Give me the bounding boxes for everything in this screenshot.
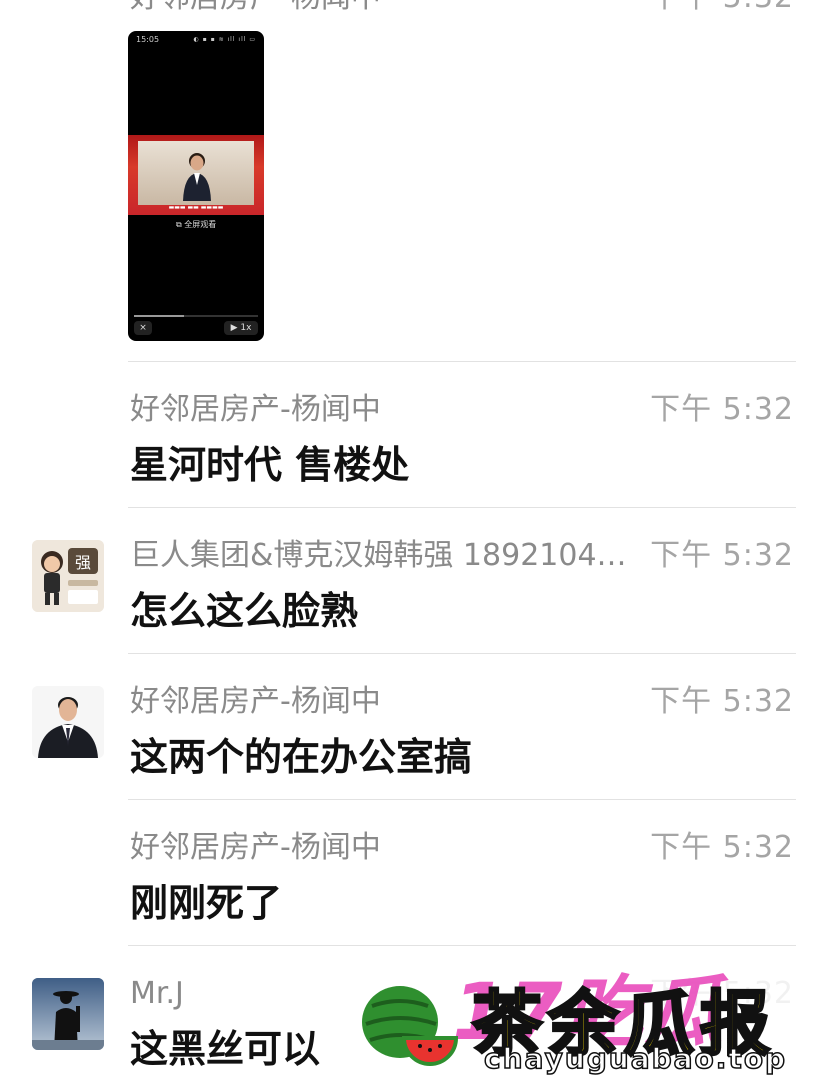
avatar[interactable]: 强 [32,540,104,612]
cartoon-avatar-icon: 强 [32,540,104,612]
message-text: 这黑丝可以 [130,1027,321,1071]
message-text: 刚刚死了 [130,881,283,925]
sender-name[interactable]: 好邻居房产-杨闻中 [130,828,640,868]
watermelon-icon [362,986,458,1066]
chat-message: 好邻居房产-杨闻中 下午 5:32 星河时代 售楼处 [0,390,828,508]
divider [128,653,796,654]
message-time: 下午 5:32 [650,538,794,573]
message-text: 星河时代 售楼处 [130,443,410,487]
message-text: 怎么这么脸熟 [130,589,359,633]
video-scene [138,141,254,205]
sender-name[interactable]: 好邻居房产-杨闻中 [130,682,640,722]
divider [128,507,796,508]
message-header: 好邻居房产-杨闻中 下午 5:32 [0,0,828,18]
play-button[interactable]: ▶ 1x [224,321,258,335]
watermark-url: chayuguabao.top [483,1041,788,1076]
video-progress-bar[interactable] [134,315,258,317]
watermark: 17吃瓜 茶余瓜报 chayuguabao.top [352,950,814,1078]
avatar[interactable] [32,686,104,758]
video-message[interactable]: 15:05 ◐ ▪ ▪ ≋ ıll ıll ▭ ▬▬▬ ▬▬ ▬▬▬▬ ⧉ 全屏… [128,31,264,341]
close-icon[interactable]: × [134,321,152,335]
message-time: 下午 5:32 [650,830,794,865]
message-time: 下午 5:32 [650,0,794,18]
chat-message: 好邻居房产-杨闻中 下午 5:32 刚刚死了 [0,828,828,946]
person-figure-icon [183,153,211,201]
open-fullscreen-button[interactable]: ⧉ 全屏观看 [176,219,216,230]
sender-name[interactable]: 好邻居房产-杨闻中 [130,0,640,18]
chat-message: 好邻居房产-杨闻中 下午 5:32 这两个的在办公室搞 [0,682,828,800]
divider [128,945,796,946]
chat-message: 强 巨人集团&博克汉姆韩强 18921044... 下午 5:32 怎么这么脸熟 [0,536,828,654]
sender-name[interactable]: 巨人集团&博克汉姆韩强 18921044... [130,536,640,576]
divider [128,361,796,362]
sender-name[interactable]: 好邻居房产-杨闻中 [130,390,640,430]
message-text: 这两个的在办公室搞 [130,735,473,779]
message-time: 下午 5:32 [650,392,794,427]
chat-message: 好邻居房产-杨闻中 下午 5:32 15:05 ◐ ▪ ▪ ≋ ıll ıll … [0,0,828,362]
video-status-time: 15:05 [136,35,160,44]
video-status-icons: ◐ ▪ ▪ ≋ ıll ıll ▭ [193,36,256,43]
avatar[interactable] [32,978,104,1050]
avatar-badge: 强 [75,553,91,572]
divider [128,799,796,800]
silhouette-avatar-icon [32,978,104,1050]
message-time: 下午 5:32 [650,684,794,719]
video-thumbnail: ▬▬▬ ▬▬ ▬▬▬▬ [128,135,264,215]
video-caption-bar: ▬▬▬ ▬▬ ▬▬▬▬ [168,204,224,211]
person-avatar-icon [32,686,104,758]
